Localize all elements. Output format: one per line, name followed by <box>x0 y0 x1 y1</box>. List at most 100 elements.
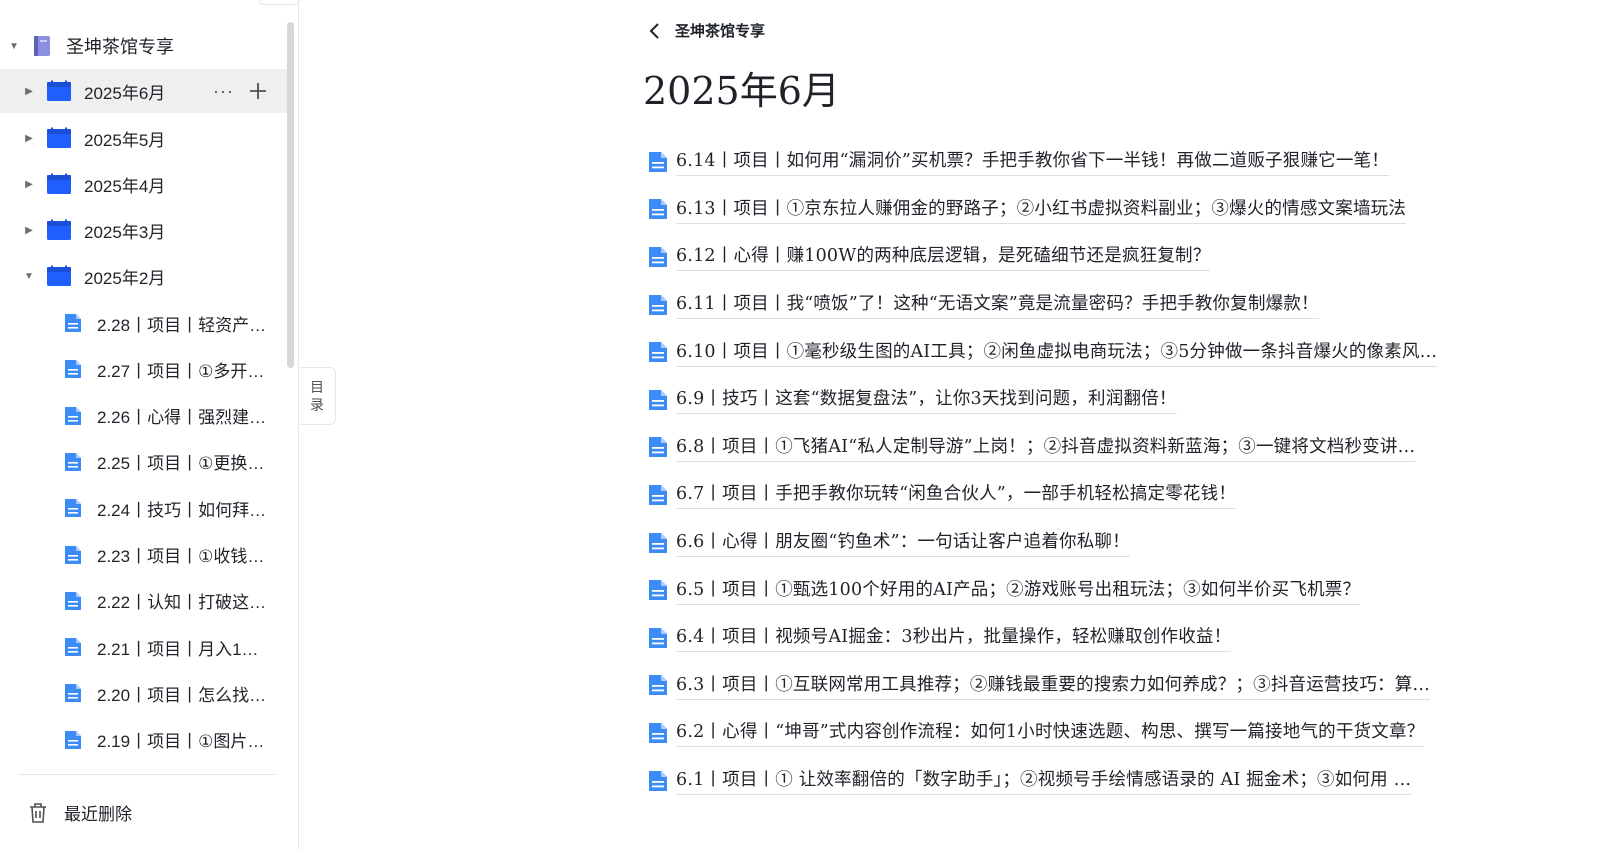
document-link[interactable]: 6.11丨项目丨我“喷饭”了！这种“无语文案”竟是流量密码？手把手教你复制爆款！ <box>676 290 1319 320</box>
document-list-item[interactable]: 6.5丨项目丨①甄选100个好用的AI产品；②游戏账号出租玩法；③如何半价买飞机… <box>646 566 1526 614</box>
sidebar-doc-item[interactable]: 2.21丨项目丨月入1… <box>0 625 288 669</box>
document-icon <box>65 591 81 610</box>
document-link[interactable]: 6.14丨项目丨如何用“漏洞价”买机票？手把手教你省下一半钱！再做二道贩子狠赚它… <box>676 147 1389 177</box>
sidebar-doc-item[interactable]: 2.20丨项目丨怎么找… <box>0 671 288 715</box>
document-link[interactable]: 6.1丨项目丨① 让效率翻倍的「数字助手」；②视频号手绘情感语录的 AI 掘金术… <box>676 766 1412 796</box>
document-link[interactable]: 6.10丨项目丨①毫秒级生图的AI工具；②闲鱼虚拟电商玩法；③5分钟做一条抖音爆… <box>676 338 1438 367</box>
document-list-item[interactable]: 6.11丨项目丨我“喷饭”了！这种“无语文案”竟是流量密码？手把手教你复制爆款！ <box>646 281 1526 329</box>
sidebar-doc-label: 2.28丨项目丨轻资产… <box>97 315 267 335</box>
sidebar-month-item[interactable]: ▶ 2025年3月 <box>0 208 288 252</box>
sidebar-doc-item[interactable]: 2.28丨项目丨轻资产… <box>0 301 288 345</box>
sidebar-doc-label: 2.21丨项目丨月入1… <box>97 639 259 659</box>
sidebar-doc-item[interactable]: 2.19丨项目丨①图片… <box>0 718 288 762</box>
document-list-item[interactable]: 6.13丨项目丨①京东拉人赚佣金的野路子；②小红书虚拟资料副业；③爆火的情感文案… <box>646 186 1526 234</box>
folder-icon <box>47 265 71 286</box>
sidebar-month-item[interactable]: ▶ 2025年6月 ··· <box>0 69 288 113</box>
document-icon <box>649 151 667 172</box>
document-icon <box>65 684 81 703</box>
document-list-item[interactable]: 6.3丨项目丨①互联网常用工具推荐；②赚钱最重要的搜索力如何养成？；③抖音运营技… <box>646 662 1526 710</box>
document-link[interactable]: 6.7丨项目丨手把手教你玩转“闲鱼合伙人”，一部手机轻松搞定零花钱！ <box>676 480 1237 510</box>
recently-deleted-item[interactable]: 最近删除 <box>28 800 132 825</box>
document-icon <box>649 532 667 553</box>
document-icon <box>649 342 667 363</box>
document-list-item[interactable]: 6.12丨心得丨赚100W的两种底层逻辑，是死磕细节还是疯狂复制？ <box>646 233 1526 281</box>
caret-right-icon[interactable]: ▶ <box>21 176 37 192</box>
document-link[interactable]: 6.6丨心得丨朋友圈“钓鱼术”：一句话让客户追着你私聊！ <box>676 528 1130 558</box>
sidebar-doc-label: 2.22丨认知丨打破这… <box>97 593 267 613</box>
sidebar-month-label: 2025年3月 <box>84 222 166 242</box>
sidebar-scrollbar[interactable] <box>287 22 294 368</box>
toc-toggle-tab[interactable]: 目 录 <box>299 367 336 425</box>
toc-tab-char-1: 目 <box>310 379 324 395</box>
document-list-item[interactable]: 6.7丨项目丨手把手教你玩转“闲鱼合伙人”，一部手机轻松搞定零花钱！ <box>646 471 1526 519</box>
caret-down-icon[interactable]: ▼ <box>21 268 37 284</box>
document-list-item[interactable]: 6.2丨心得丨“坤哥”式内容创作流程：如何1小时快速选题、构思、撰写一篇接地气的… <box>646 709 1526 757</box>
document-list-item[interactable]: 6.8丨项目丨①飞猪AI“私人定制导游”上岗！；②抖音虚拟资料新蓝海；③一键将文… <box>646 424 1526 472</box>
trash-icon <box>30 802 46 823</box>
recently-deleted-label: 最近删除 <box>64 805 132 824</box>
document-list-item[interactable]: 6.9丨技巧丨这套“数据复盘法”，让你3天找到问题，利润翻倍！ <box>646 376 1526 424</box>
document-list-item[interactable]: 6.4丨项目丨视频号AI掘金：3秒出片，批量操作，轻松赚取创作收益！ <box>646 614 1526 662</box>
caret-down-icon[interactable]: ▼ <box>6 38 22 54</box>
tree-root-item[interactable]: ▼ 圣坤茶馆专享 <box>0 24 288 68</box>
document-link[interactable]: 6.4丨项目丨视频号AI掘金：3秒出片，批量操作，轻松赚取创作收益！ <box>676 623 1232 653</box>
caret-right-icon[interactable]: ▶ <box>21 130 37 146</box>
document-list-item[interactable]: 6.6丨心得丨朋友圈“钓鱼术”：一句话让客户追着你私聊！ <box>646 519 1526 567</box>
document-icon <box>65 406 81 425</box>
plus-icon[interactable] <box>248 81 268 101</box>
caret-right-icon[interactable]: ▶ <box>21 222 37 238</box>
document-icon <box>65 452 81 471</box>
document-link[interactable]: 6.5丨项目丨①甄选100个好用的AI产品；②游戏账号出租玩法；③如何半价买飞机… <box>676 576 1361 605</box>
breadcrumb-title[interactable]: 圣坤茶馆专享 <box>675 20 765 41</box>
document-icon <box>649 580 667 601</box>
document-icon <box>65 638 81 657</box>
sidebar-month-label: 2025年5月 <box>84 130 166 150</box>
document-link[interactable]: 6.13丨项目丨①京东拉人赚佣金的野路子；②小红书虚拟资料副业；③爆火的情感文案… <box>676 195 1407 224</box>
sidebar-doc-label: 2.19丨项目丨①图片… <box>97 732 265 752</box>
sidebar-doc-item[interactable]: 2.26丨心得丨强烈建… <box>0 394 288 438</box>
document-link[interactable]: 6.12丨心得丨赚100W的两种底层逻辑，是死磕细节还是疯狂复制？ <box>676 242 1211 272</box>
document-icon <box>65 545 81 564</box>
sidebar-month-item[interactable]: ▼ 2025年2月 <box>0 254 288 298</box>
toc-tab-char-2: 录 <box>310 397 324 413</box>
document-link[interactable]: 6.8丨项目丨①飞猪AI“私人定制导游”上岗！；②抖音虚拟资料新蓝海；③一键将文… <box>676 433 1416 462</box>
sidebar-month-item[interactable]: ▶ 2025年5月 <box>0 116 288 160</box>
sidebar-divider <box>18 774 276 775</box>
sidebar-month-label: 2025年4月 <box>84 176 166 196</box>
sidebar-doc-label: 2.20丨项目丨怎么找… <box>97 685 267 705</box>
document-icon <box>649 294 667 315</box>
document-link[interactable]: 6.9丨技巧丨这套“数据复盘法”，让你3天找到问题，利润翻倍！ <box>676 385 1177 415</box>
document-icon <box>649 722 667 743</box>
sidebar-doc-label: 2.25丨项目丨①更换… <box>97 454 265 474</box>
sidebar-doc-label: 2.23丨项目丨①收钱… <box>97 547 265 566</box>
sidebar-top-handle <box>258 0 300 5</box>
document-list-item[interactable]: 6.10丨项目丨①毫秒级生图的AI工具；②闲鱼虚拟电商玩法；③5分钟做一条抖音爆… <box>646 328 1526 376</box>
sidebar-month-item[interactable]: ▶ 2025年4月 <box>0 162 288 206</box>
document-icon <box>649 437 667 458</box>
sidebar-doc-item[interactable]: 2.27丨项目丨①多开… <box>0 347 288 391</box>
folder-icon <box>47 127 71 148</box>
document-link[interactable]: 6.3丨项目丨①互联网常用工具推荐；②赚钱最重要的搜索力如何养成？；③抖音运营技… <box>676 671 1431 700</box>
document-link[interactable]: 6.2丨心得丨“坤哥”式内容创作流程：如何1小时快速选题、构思、撰写一篇接地气的… <box>676 718 1425 748</box>
sidebar-doc-item[interactable]: 2.23丨项目丨①收钱… <box>0 533 288 577</box>
sidebar-doc-label: 2.27丨项目丨①多开… <box>97 361 265 381</box>
document-icon <box>649 627 667 648</box>
document-list-item[interactable]: 6.14丨项目丨如何用“漏洞价”买机票？手把手教你省下一半钱！再做二道贩子狠赚它… <box>646 138 1526 186</box>
folder-icon <box>47 219 71 240</box>
breadcrumb: 圣坤茶馆专享 <box>648 20 765 41</box>
more-icon[interactable]: ··· <box>213 81 234 102</box>
document-list-item[interactable]: 6.1丨项目丨① 让效率翻倍的「数字助手」；②视频号手绘情感语录的 AI 掘金术… <box>646 757 1526 805</box>
caret-right-icon[interactable]: ▶ <box>21 83 37 99</box>
document-icon <box>65 730 81 749</box>
sidebar-doc-item[interactable]: 2.25丨项目丨①更换… <box>0 440 288 484</box>
chevron-left-icon[interactable] <box>648 21 662 41</box>
sidebar: ▼ 圣坤茶馆专享 ▶ 2025年6月 ··· ▶ 2025年5月 ▶ 2025年4月 ▶ 202… <box>0 0 300 850</box>
document-icon <box>649 389 667 410</box>
document-icon <box>649 246 667 267</box>
sidebar-month-label: 2025年2月 <box>84 268 166 288</box>
document-icon <box>65 314 81 332</box>
sidebar-doc-item[interactable]: 2.24丨技巧丨如何拜… <box>0 486 288 530</box>
document-icon <box>649 199 667 220</box>
sidebar-doc-item[interactable]: 2.22丨认知丨打破这… <box>0 579 288 623</box>
folder-icon <box>47 80 71 101</box>
